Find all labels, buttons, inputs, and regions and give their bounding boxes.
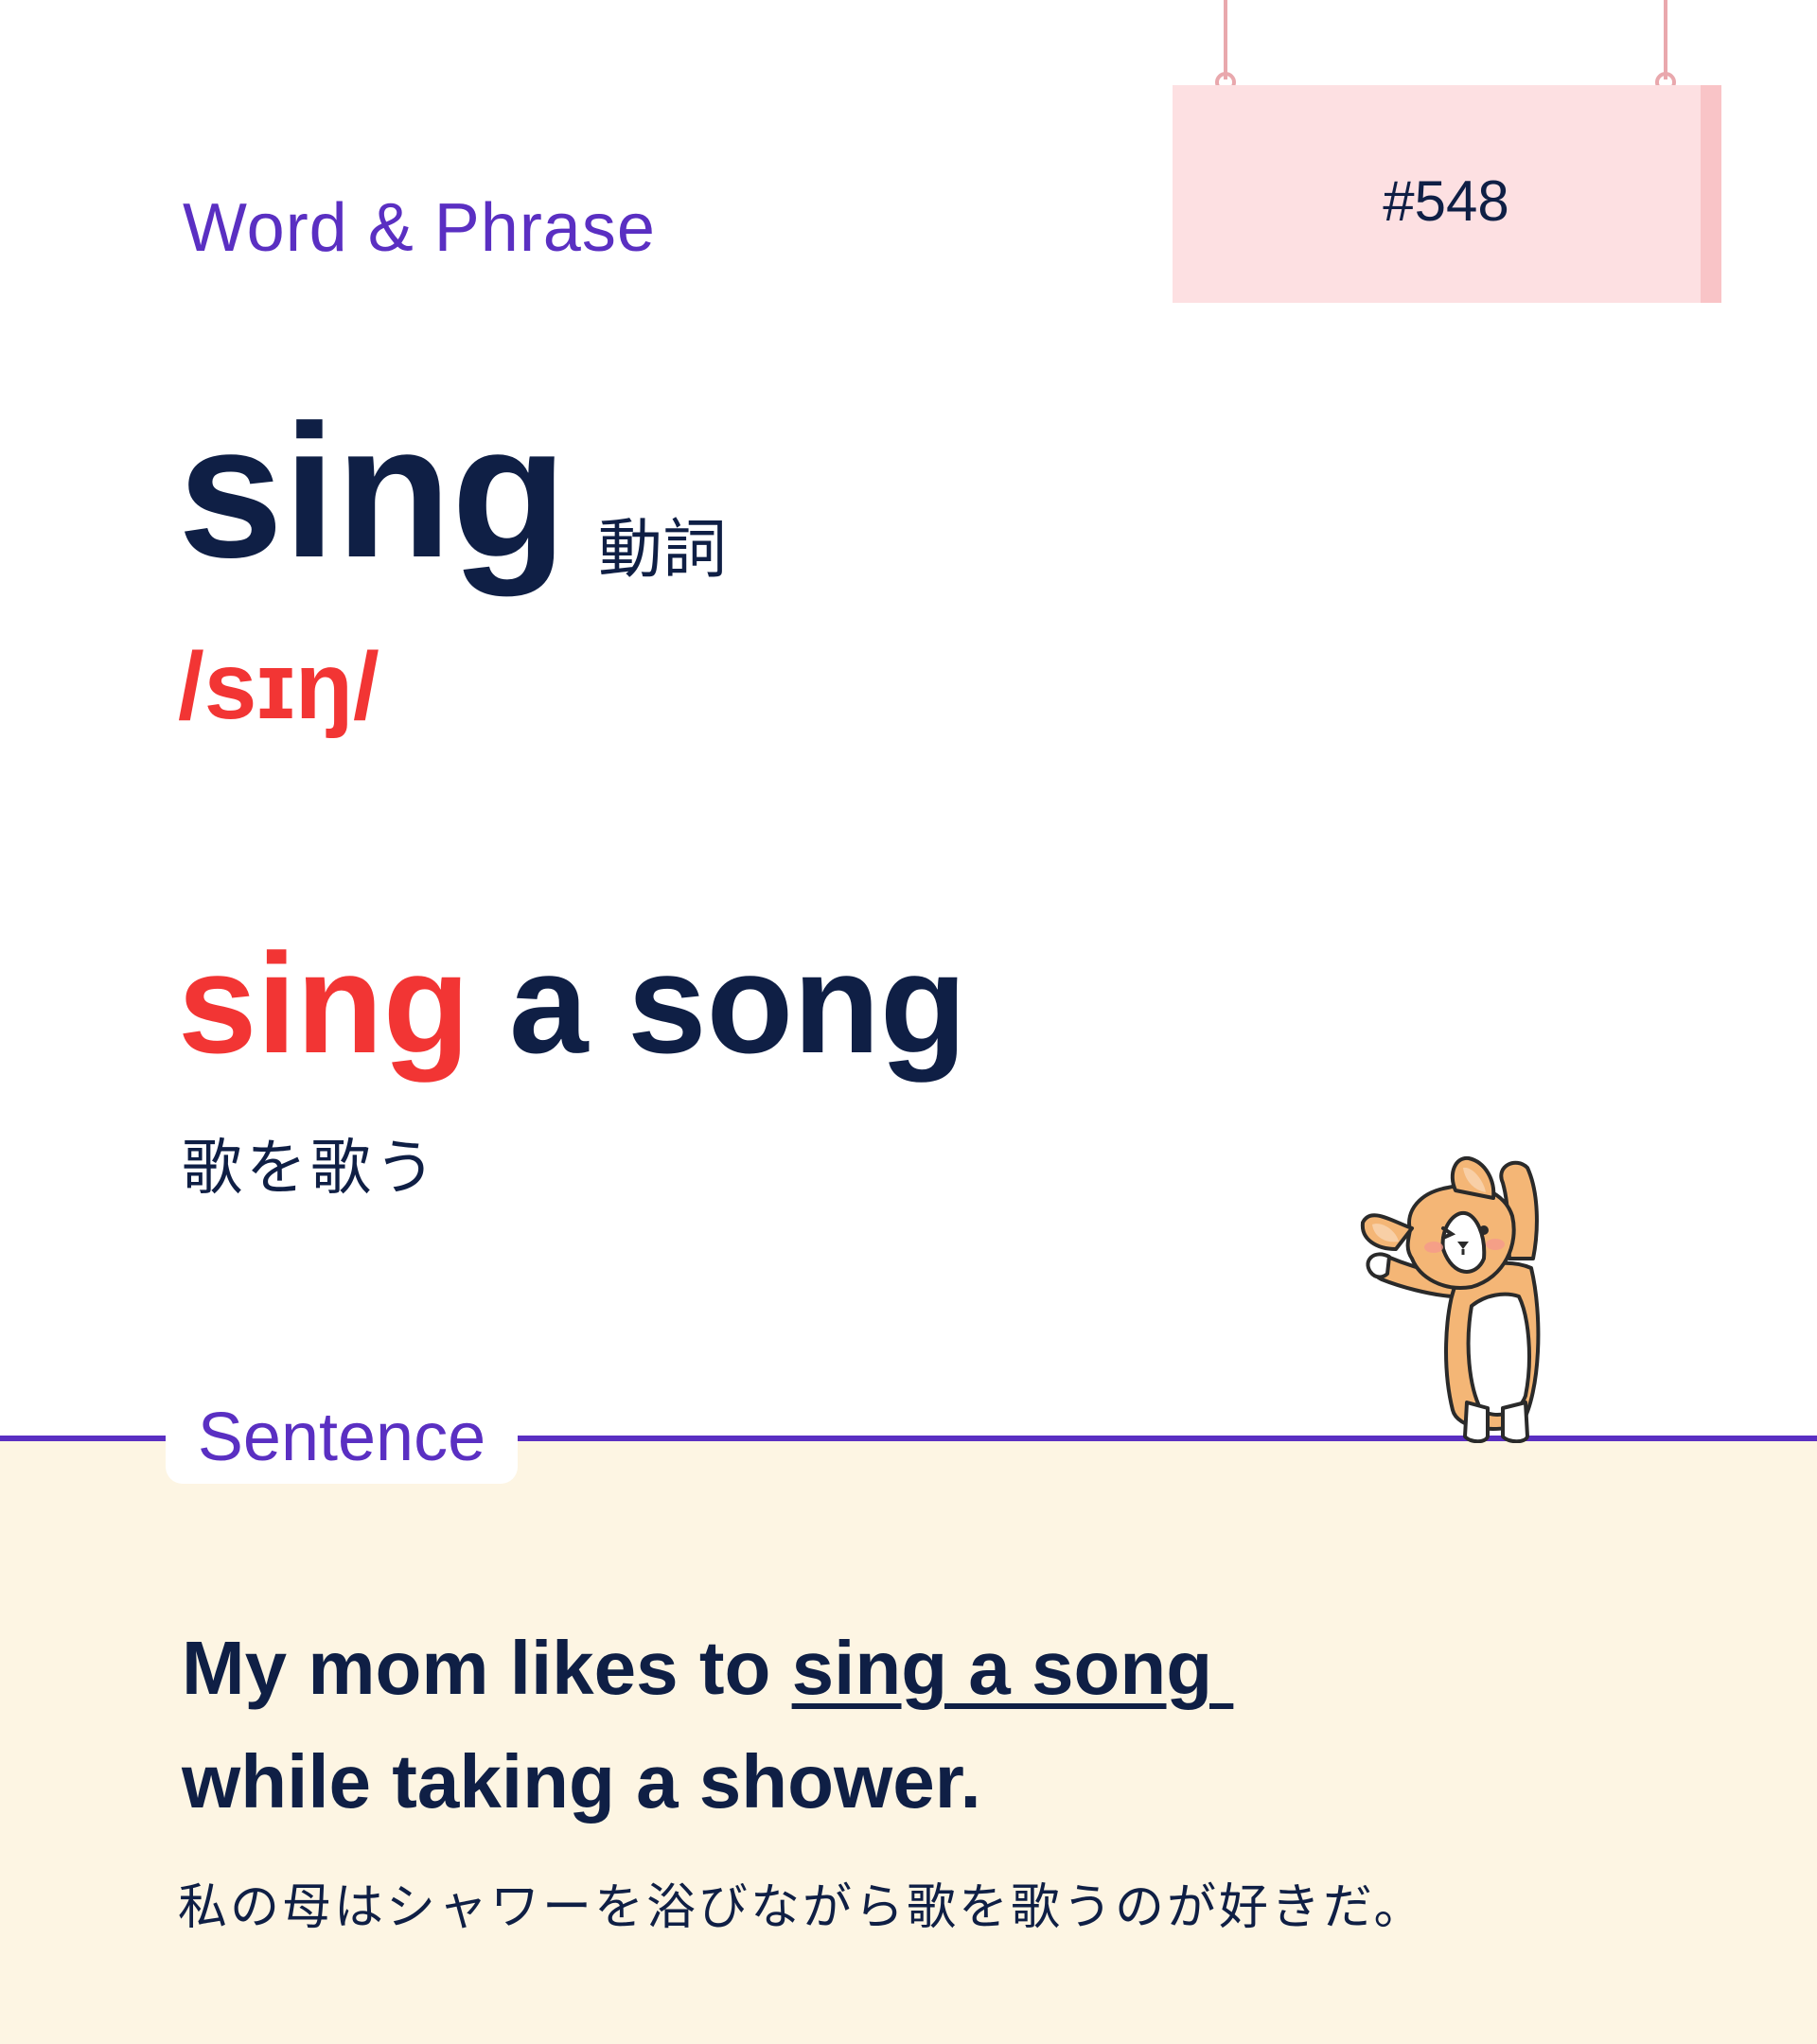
pronunciation: /sɪŋ/ <box>178 633 379 739</box>
part-of-speech: 動詞 <box>598 514 728 586</box>
headword: sing <box>178 386 568 597</box>
phrase-rest: a song <box>469 924 967 1083</box>
phrase: sing a song <box>178 932 966 1074</box>
entry-number: #548 <box>1383 169 1509 233</box>
sentence-translation: 私の母はシャワーを浴びながら歌を歌うのが好きだ。 <box>178 1880 1426 1935</box>
example-sentence-line-2: while taking a shower. <box>182 1739 981 1824</box>
sign-string-left <box>1224 0 1227 79</box>
sign-string-right <box>1664 0 1667 79</box>
phrase-highlight: sing <box>178 924 470 1083</box>
example-sentence-line-1: My mom likes to sing a song <box>182 1630 1233 1706</box>
sentence-underlined-phrase: sing a song <box>791 1626 1234 1710</box>
sentence-text-before: My mom likes to <box>182 1626 792 1710</box>
corgi-mascot-icon <box>1360 1155 1541 1443</box>
sentence-label: Sentence <box>197 1400 486 1475</box>
phrase-translation: 歌を歌う <box>182 1134 439 1202</box>
section-title: Word & Phrase <box>183 190 656 266</box>
